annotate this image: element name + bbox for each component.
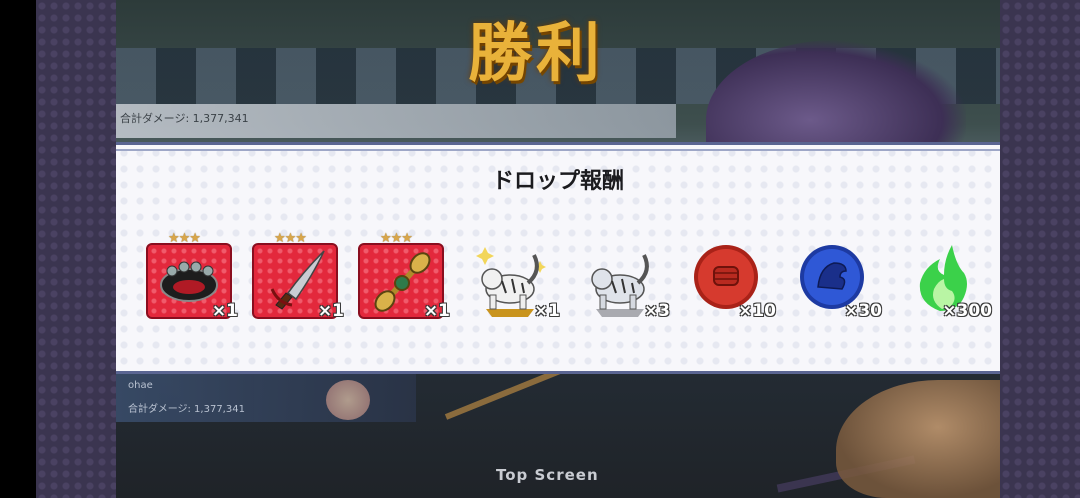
item-count: ×1 xyxy=(533,301,560,321)
party-member-bar: ohae 合計ダメージ: 1,377,341 xyxy=(116,374,416,422)
item-count: ×1 xyxy=(423,301,450,321)
reward-item[interactable]: ×10 xyxy=(684,231,776,321)
screen-edge xyxy=(0,0,36,498)
item-count: ×300 xyxy=(942,301,992,321)
item-count: ×1 xyxy=(211,301,238,321)
reward-item[interactable]: ×3 xyxy=(578,231,670,321)
side-pattern-left xyxy=(36,0,116,498)
reward-item[interactable]: ×1 xyxy=(468,231,560,321)
item-count: ×3 xyxy=(643,301,670,321)
reward-item[interactable]: ★★★ ×1 xyxy=(358,231,450,321)
reward-item[interactable]: ×30 xyxy=(790,231,882,321)
panel-title: ドロップ報酬 xyxy=(491,169,624,194)
top-screen-button[interactable]: Top Screen xyxy=(496,466,599,484)
item-count: ×1 xyxy=(317,301,344,321)
damage-summary-bar: 合計ダメージ: 1,377,341 xyxy=(116,104,676,138)
member-damage-text: 合計ダメージ: 1,377,341 xyxy=(128,404,245,415)
member-avatar xyxy=(326,380,370,420)
side-pattern-right xyxy=(1000,0,1080,498)
item-count: ×30 xyxy=(844,301,882,321)
reward-item[interactable]: ×300 xyxy=(900,231,992,321)
character-art-bottom xyxy=(836,380,1000,498)
drop-reward-panel: ドロップ報酬 ★★★ ×1 ★★★ ×1 ★★★ ×1 ×1 ×3 ×10 ×3… xyxy=(116,142,1000,374)
item-count: ×10 xyxy=(738,301,776,321)
reward-item[interactable]: ★★★ ×1 xyxy=(252,231,344,321)
reward-item-list: ★★★ ×1 ★★★ ×1 ★★★ ×1 ×1 ×3 ×10 ×30 ×300 xyxy=(116,231,1000,341)
total-damage-text: 合計ダメージ: 1,377,341 xyxy=(120,112,249,125)
victory-banner: 勝利 xyxy=(468,16,604,91)
reward-item[interactable]: ★★★ ×1 xyxy=(146,231,238,321)
member-name: ohae xyxy=(128,380,153,391)
